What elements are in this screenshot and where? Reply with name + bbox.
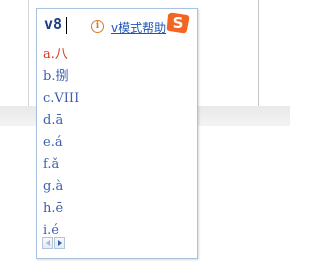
window-edge bbox=[28, 0, 29, 106]
logo-letter: S bbox=[173, 14, 184, 32]
prev-page-button[interactable] bbox=[42, 237, 53, 249]
arrow-right-icon bbox=[58, 240, 62, 246]
sogou-logo-icon[interactable]: S bbox=[165, 11, 191, 35]
pager bbox=[42, 237, 66, 249]
next-page-button[interactable] bbox=[54, 237, 65, 249]
candidate-item[interactable]: e.á bbox=[43, 132, 193, 154]
candidate-item[interactable]: c.VIII bbox=[43, 88, 193, 110]
ime-header: v8 i v模式帮助 S bbox=[37, 9, 197, 41]
text-caret bbox=[66, 17, 67, 34]
v-mode-help-link[interactable]: v模式帮助 bbox=[111, 19, 166, 36]
window-edge-right bbox=[258, 0, 259, 106]
info-circle-icon[interactable]: i bbox=[91, 20, 104, 33]
candidate-item[interactable]: f.ǎ bbox=[43, 154, 193, 176]
candidate-item[interactable]: d.ā bbox=[43, 110, 193, 132]
composition-text: v8 bbox=[44, 15, 63, 33]
candidate-item[interactable]: a.八 bbox=[43, 44, 193, 66]
ime-candidate-panel: v8 i v模式帮助 S a.八 b.捌 c.VIII d.ā e.á f.ǎ g.à h.ē… bbox=[36, 8, 198, 259]
arrow-left-icon bbox=[46, 240, 50, 246]
candidate-item[interactable]: g.à bbox=[43, 176, 193, 198]
candidate-item[interactable]: b.捌 bbox=[43, 66, 193, 88]
candidate-list: a.八 b.捌 c.VIII d.ā e.á f.ǎ g.à h.ē i.é bbox=[43, 44, 193, 242]
candidate-item[interactable]: h.ē bbox=[43, 198, 193, 220]
